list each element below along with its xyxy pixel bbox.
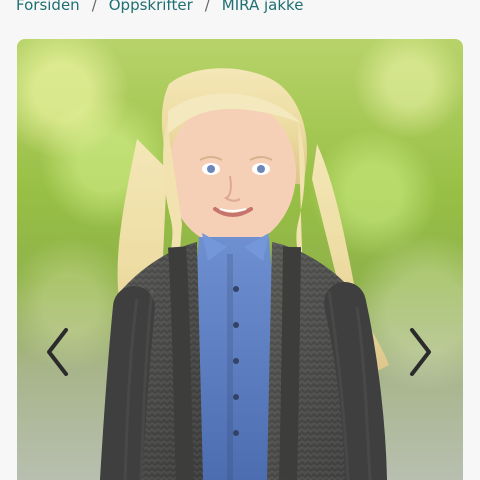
breadcrumb-current-page: MIRA jakke [221,0,304,14]
chevron-right-icon [410,328,431,376]
breadcrumb: Forsiden / Oppskrifter / MIRA jakke [16,0,303,16]
product-image-gallery [17,39,463,480]
breadcrumb-separator: / [91,0,97,14]
breadcrumb-link-oppskrifter[interactable]: Oppskrifter [109,0,193,14]
gallery-next-button[interactable] [403,325,437,379]
breadcrumb-link-forsiden[interactable]: Forsiden [16,0,80,14]
product-photo[interactable] [17,39,463,480]
gallery-prev-button[interactable] [41,325,75,379]
chevron-left-icon [47,328,68,376]
breadcrumb-separator: / [204,0,210,14]
